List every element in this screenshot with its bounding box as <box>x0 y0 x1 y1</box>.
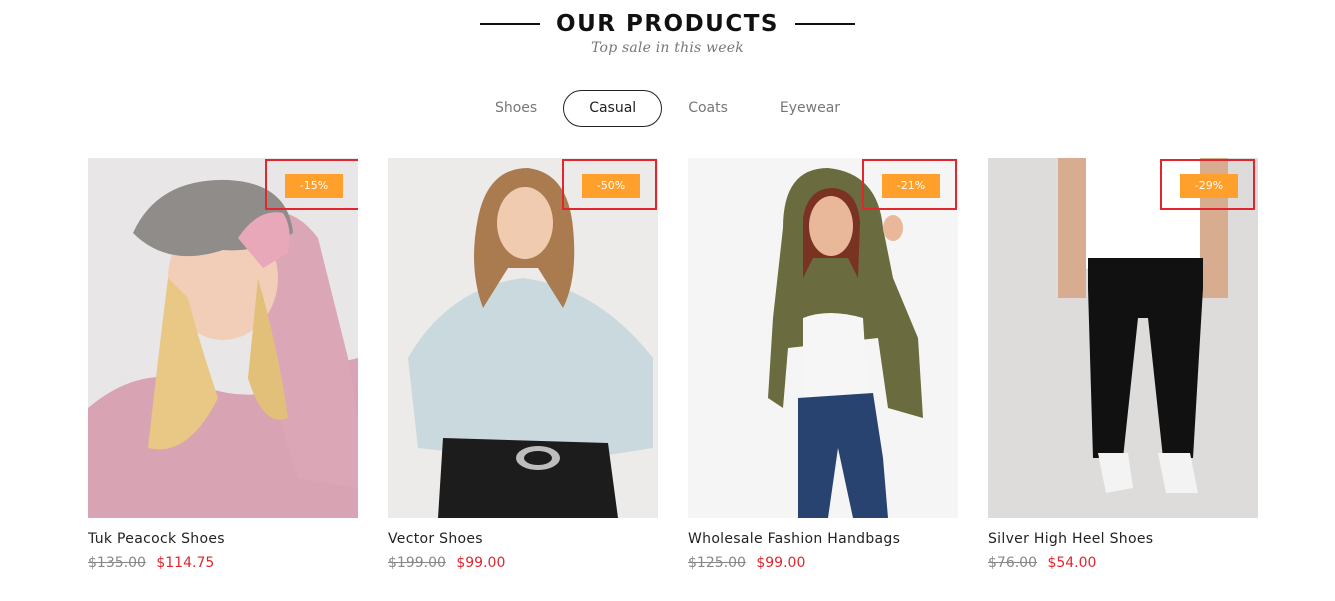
sale-price: $99.00 <box>456 555 506 571</box>
discount-badge: -15% <box>285 174 343 198</box>
tab-coats[interactable]: Coats <box>662 90 754 127</box>
category-tabs: Shoes Casual Coats Eyewear <box>0 90 1335 127</box>
product-prices: $199.00 $99.00 <box>388 555 658 571</box>
product-image[interactable]: -50% <box>388 158 658 518</box>
tab-eyewear[interactable]: Eyewear <box>754 90 866 127</box>
discount-badge: -21% <box>882 174 940 198</box>
old-price: $199.00 <box>388 555 446 571</box>
product-grid: -15% Tuk Peacock Shoes $135.00 $114.75 -… <box>88 158 1258 571</box>
discount-highlight-box: -21% <box>862 159 957 210</box>
old-price: $135.00 <box>88 555 146 571</box>
product-image[interactable]: -29% <box>988 158 1258 518</box>
tab-shoes[interactable]: Shoes <box>469 90 563 127</box>
discount-highlight-box: -15% <box>265 159 358 210</box>
discount-highlight-box: -29% <box>1160 159 1255 210</box>
product-image[interactable]: -15% <box>88 158 358 518</box>
old-price: $125.00 <box>688 555 746 571</box>
product-name[interactable]: Vector Shoes <box>388 531 658 547</box>
product-image[interactable]: -21% <box>688 158 958 518</box>
product-name[interactable]: Wholesale Fashion Handbags <box>688 531 958 547</box>
product-card[interactable]: -50% Vector Shoes $199.00 $99.00 <box>388 158 658 571</box>
sale-price: $114.75 <box>156 555 215 571</box>
old-price: $76.00 <box>988 555 1037 571</box>
product-card[interactable]: -21% Wholesale Fashion Handbags $125.00 … <box>688 158 958 571</box>
heading-divider-right <box>794 23 855 25</box>
discount-badge: -50% <box>582 174 640 198</box>
section-subtitle: Top sale in this week <box>591 40 744 56</box>
discount-badge: -29% <box>1180 174 1238 198</box>
section-heading: OUR PRODUCTS Top sale in this week <box>0 9 1335 56</box>
section-title: OUR PRODUCTS <box>556 11 779 37</box>
sale-price: $54.00 <box>1047 555 1097 571</box>
product-prices: $135.00 $114.75 <box>88 555 358 571</box>
product-card[interactable]: -29% Silver High Heel Shoes $76.00 $54.0… <box>988 158 1258 571</box>
product-prices: $125.00 $99.00 <box>688 555 958 571</box>
product-prices: $76.00 $54.00 <box>988 555 1258 571</box>
tab-casual[interactable]: Casual <box>563 90 663 127</box>
discount-highlight-box: -50% <box>562 159 657 210</box>
product-name[interactable]: Tuk Peacock Shoes <box>88 531 358 547</box>
heading-divider-left <box>480 23 541 25</box>
product-card[interactable]: -15% Tuk Peacock Shoes $135.00 $114.75 <box>88 158 358 571</box>
product-name[interactable]: Silver High Heel Shoes <box>988 531 1258 547</box>
sale-price: $99.00 <box>756 555 806 571</box>
